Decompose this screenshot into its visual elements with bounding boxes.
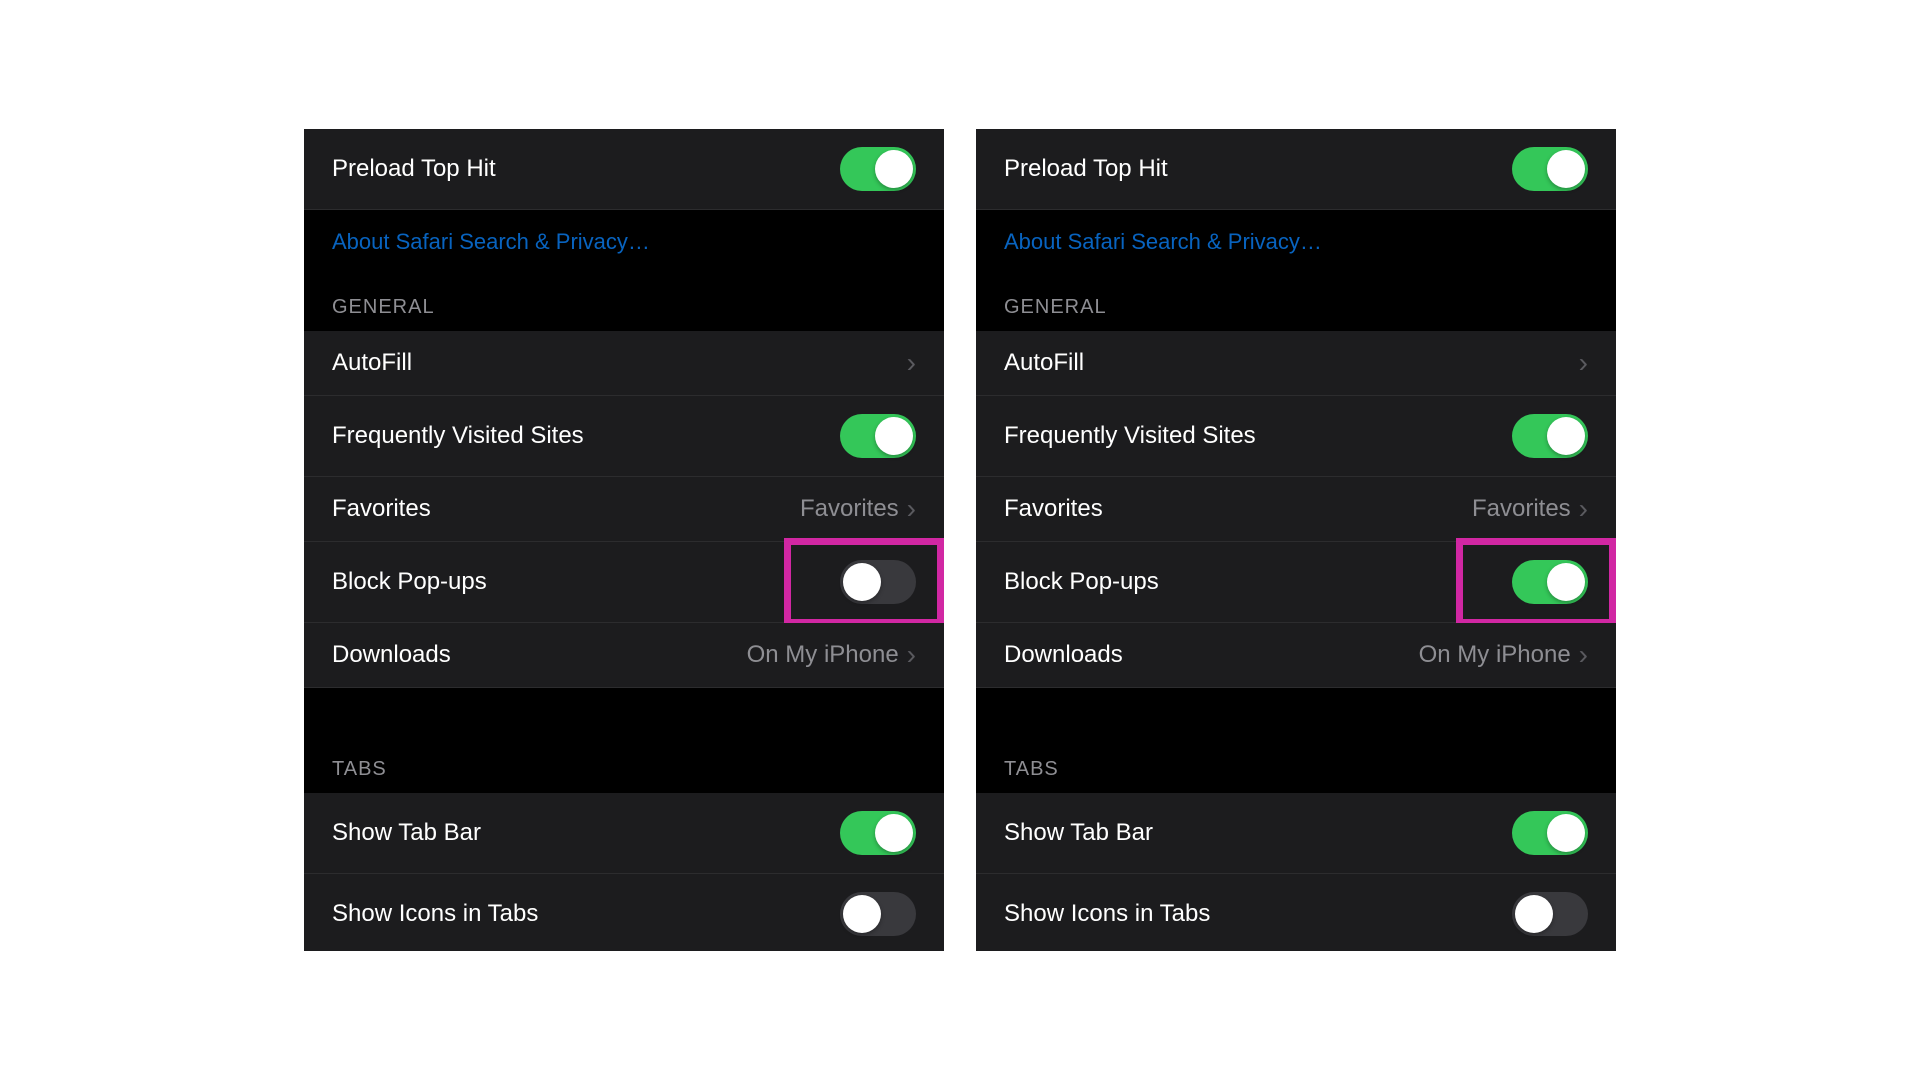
autofill-row[interactable]: AutoFill › [976,331,1616,396]
preload_top_hit-label: Preload Top Hit [1004,155,1168,183]
downloads-label: Downloads [332,641,451,669]
favorites-label: Favorites [332,495,431,523]
show_icons-label: Show Icons in Tabs [332,900,538,928]
about_privacy-row: About Safari Search & Privacy… [976,210,1616,266]
freq_visited-right [840,414,916,458]
chevron-right-icon: › [1579,349,1588,377]
toggle-knob [875,814,913,852]
toggle-knob [1547,150,1585,188]
settings-screen-right: Preload Top Hit About Safari Search & Pri… [976,129,1616,951]
settings-screen-left: Preload Top Hit About Safari Search & Pri… [304,129,944,951]
block_popups-row: Block Pop-ups [304,542,944,623]
section-gap [976,688,1616,728]
chevron-right-icon: › [1579,641,1588,669]
preload_top_hit-toggle[interactable] [1512,147,1588,191]
downloads-value: On My iPhone [747,641,899,669]
toggle-knob [843,563,881,601]
autofill-right: › [1579,349,1588,377]
favorites-value: Favorites [800,495,899,523]
preload_top_hit-toggle[interactable] [840,147,916,191]
favorites-right: Favorites › [800,495,916,523]
comparison-container: Preload Top Hit About Safari Search & Pri… [230,129,1690,951]
show_tab_bar-toggle[interactable] [840,811,916,855]
block_popups-right [1512,560,1588,604]
toggle-knob [1547,814,1585,852]
preload_top_hit-row: Preload Top Hit [304,129,944,210]
show_tab_bar-label: Show Tab Bar [1004,819,1153,847]
freq_visited-label: Frequently Visited Sites [1004,422,1256,450]
chevron-right-icon: › [907,641,916,669]
about_privacy-row: About Safari Search & Privacy… [304,210,944,266]
preload_top_hit-row: Preload Top Hit [976,129,1616,210]
show_icons-row: Show Icons in Tabs [304,874,944,951]
show_icons-right [1512,892,1588,936]
section-gap [304,688,944,728]
preload_top_hit-right [840,147,916,191]
freq_visited-row: Frequently Visited Sites [304,396,944,477]
autofill-row[interactable]: AutoFill › [304,331,944,396]
show_tab_bar-right [1512,811,1588,855]
toggle-knob [875,417,913,455]
autofill-label: AutoFill [1004,349,1084,377]
block_popups-toggle[interactable] [1512,560,1588,604]
downloads-right: On My iPhone › [747,641,916,669]
block_popups-right [840,560,916,604]
freq_visited-row: Frequently Visited Sites [976,396,1616,477]
freq_visited-right [1512,414,1588,458]
downloads-row[interactable]: Downloads On My iPhone › [304,623,944,688]
about_privacy-link[interactable]: About Safari Search & Privacy… [1004,229,1322,254]
block_popups-toggle[interactable] [840,560,916,604]
preload_top_hit-right [1512,147,1588,191]
toggle-knob [1547,563,1585,601]
block_popups-label: Block Pop-ups [332,568,487,596]
show_tab_bar-right [840,811,916,855]
show_tab_bar-toggle[interactable] [1512,811,1588,855]
favorites-value: Favorites [1472,495,1571,523]
favorites-label: Favorites [1004,495,1103,523]
show_icons-toggle[interactable] [1512,892,1588,936]
chevron-right-icon: › [907,349,916,377]
show_icons-row: Show Icons in Tabs [976,874,1616,951]
show_tab_bar-row: Show Tab Bar [304,793,944,874]
downloads-row[interactable]: Downloads On My iPhone › [976,623,1616,688]
chevron-right-icon: › [907,495,916,523]
toggle-knob [1515,895,1553,933]
preload_top_hit-label: Preload Top Hit [332,155,496,183]
block_popups-row: Block Pop-ups [976,542,1616,623]
block_popups-label: Block Pop-ups [1004,568,1159,596]
autofill-right: › [907,349,916,377]
tabs_header: TABS [976,728,1616,793]
toggle-knob [1547,417,1585,455]
toggle-knob [875,150,913,188]
favorites-row[interactable]: Favorites Favorites › [304,477,944,542]
downloads-right: On My iPhone › [1419,641,1588,669]
show_icons-label: Show Icons in Tabs [1004,900,1210,928]
chevron-right-icon: › [1579,495,1588,523]
general_header: GENERAL [976,266,1616,331]
show_icons-toggle[interactable] [840,892,916,936]
toggle-knob [843,895,881,933]
show_icons-right [840,892,916,936]
favorites-row[interactable]: Favorites Favorites › [976,477,1616,542]
general_header: GENERAL [304,266,944,331]
show_tab_bar-label: Show Tab Bar [332,819,481,847]
autofill-label: AutoFill [332,349,412,377]
freq_visited-toggle[interactable] [840,414,916,458]
downloads-label: Downloads [1004,641,1123,669]
about_privacy-link[interactable]: About Safari Search & Privacy… [332,229,650,254]
favorites-right: Favorites › [1472,495,1588,523]
downloads-value: On My iPhone [1419,641,1571,669]
tabs_header: TABS [304,728,944,793]
show_tab_bar-row: Show Tab Bar [976,793,1616,874]
freq_visited-label: Frequently Visited Sites [332,422,584,450]
freq_visited-toggle[interactable] [1512,414,1588,458]
